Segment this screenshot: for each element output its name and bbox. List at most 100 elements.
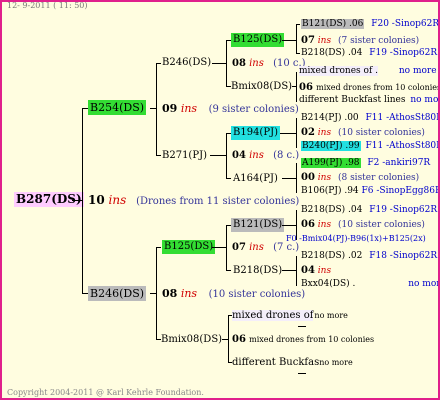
ancestor-queen[interactable]: B240(PJ) .99 (301, 141, 361, 151)
drone-row: 04 ins (301, 264, 331, 278)
gen-number: 06 (299, 82, 313, 93)
ancestor-queen[interactable]: B214(PJ) .00 (301, 113, 359, 123)
sister-info: (10 sister colonies) (337, 220, 425, 230)
mixed-row: mixed drones of . no more (299, 65, 437, 78)
ins-label: ins (180, 287, 198, 300)
sister-info: (9 sister colonies) (208, 104, 299, 115)
ancestor-queen[interactable]: B121(DS) .06 (301, 19, 365, 29)
connector (210, 155, 226, 156)
sister-info: (Drones from 11 sister colonies) (136, 196, 300, 207)
queen-a164[interactable]: A164(PJ) (233, 172, 278, 185)
ancestor-row: B121(DS) .06 F20 -Sinop62R (301, 18, 440, 31)
ins-label: ins (249, 58, 264, 69)
queen-b194[interactable]: B194(PJ) (231, 126, 280, 140)
queen-b218[interactable]: B218(DS) (233, 264, 282, 277)
pedigree-code-mix: F0 -Bmix04(PJ)-B96(1x)+B125(2x) (286, 234, 426, 243)
connector (226, 270, 231, 271)
pedigree-code: F11 -AthosSt80R (365, 141, 440, 151)
mixed-row: different Buckfast lines no more (299, 94, 439, 107)
mixed-drone-row: 06 mixed drones from 10 colonies (299, 81, 438, 94)
queen-b125-lower[interactable]: B125(DS) (162, 240, 216, 254)
b246-drone-info: 08 ins (10 c.) (232, 57, 306, 70)
pedigree-frame: 12- 9-2011 ( 11: 50) Copyright 2004-2011… (0, 0, 440, 400)
gen-number: 06 (232, 334, 246, 345)
connector (296, 256, 297, 286)
ins-label: ins (317, 266, 332, 276)
queen-b246-upper[interactable]: B246(DS) (162, 56, 211, 69)
pedigree-code: F18 -Sinop62R (369, 251, 438, 261)
gen-number: 09 (162, 102, 178, 115)
ancestor-row: B214(PJ) .00 F11 -AthosSt80R (301, 112, 440, 125)
connector (298, 326, 306, 327)
gen-number: 02 (301, 127, 315, 138)
mixed-drones-from: mixed drones from 10 colonies (249, 335, 375, 344)
root-drone-info: 10 ins (Drones from 11 sister colonies) (88, 194, 299, 208)
connector (228, 315, 229, 363)
no-more-label: no more (410, 95, 439, 105)
pedigree-code: F11 -AthosSt80R (365, 113, 440, 123)
gen-number: 07 (232, 242, 246, 253)
connector (226, 40, 227, 86)
connector (296, 24, 300, 25)
queen-bmix08[interactable]: Bmix08(DS) (231, 80, 292, 93)
connector (72, 200, 82, 201)
gen-number: 00 (301, 172, 315, 183)
no-more-label: no more (408, 279, 438, 289)
different-lines-label: different Buckfast lines (299, 95, 406, 105)
gen-number: 08 (162, 287, 178, 300)
lower-queen[interactable]: B246(DS) (88, 286, 147, 301)
no-more-label: no more (314, 311, 348, 320)
mixed-row: different Buckfasno more (232, 356, 353, 369)
connector (212, 247, 226, 248)
connector (156, 63, 161, 64)
lower-drone-info: 08 ins (10 sister colonies) (162, 287, 305, 301)
gen-number: 04 (232, 150, 246, 161)
connector (282, 40, 296, 41)
upper-queen[interactable]: B254(DS) (88, 100, 147, 115)
mixed-row: mixed drones ofno more (232, 309, 348, 322)
mixed-drones-label: mixed drones of (232, 310, 314, 321)
queen-b271[interactable]: B271(PJ) (162, 149, 207, 162)
drone-row: 07 ins (7 sister colonies) (301, 34, 419, 48)
connector (226, 225, 227, 271)
connector (282, 178, 296, 179)
queen-b121[interactable]: B121(DS) (231, 218, 285, 232)
connector (226, 178, 231, 179)
ancestor-queen[interactable]: B106(PJ) .94 (301, 186, 359, 196)
connector (280, 133, 296, 134)
queen-b125[interactable]: B125(DS) (231, 33, 285, 47)
drone-row: 00 ins (8 sister colonies) (301, 171, 419, 185)
ancestor-queen[interactable]: B218(DS) .04 (301, 48, 362, 58)
timestamp: 12- 9-2011 ( 11: 50) (7, 1, 88, 10)
ins-label: ins (317, 128, 332, 138)
no-more-label: no more (398, 66, 437, 76)
sister-info: (10 sister colonies) (337, 128, 425, 138)
ancestor-queen[interactable]: B218(DS) .04 (301, 205, 362, 215)
ins-label: ins (249, 242, 264, 253)
ancestor-row: B218(DS) .04 F19 -Sinop62R (301, 47, 437, 60)
pedigree-code: F19 -Sinop62R (369, 205, 438, 215)
ancestor-row: B106(PJ) .94 F6 -SinopEgg86R (301, 185, 438, 198)
pedigree-code: F20 -Sinop62R (371, 19, 440, 29)
ins-label: ins (317, 36, 332, 46)
pedigree-code: F2 -ankiri97R (367, 158, 431, 168)
gen-number: 08 (232, 58, 246, 69)
queen-bmix08-lower[interactable]: Bmix08(DS) (161, 333, 222, 346)
connector (226, 133, 227, 179)
ancestor-queen[interactable]: B218(DS) .02 (301, 251, 362, 261)
ins-label: ins (317, 173, 332, 183)
ancestor-row: Bxx04(DS) . no more (301, 278, 438, 291)
sister-info: (10 sister colonies) (208, 289, 306, 300)
gen-number: 04 (301, 265, 315, 276)
connector (156, 155, 161, 156)
connector (156, 247, 161, 248)
sister-info: (8 c.) (273, 150, 300, 161)
connector (212, 63, 226, 64)
ancestor-queen[interactable]: A199(PJ) .98 (301, 158, 361, 168)
connector (282, 270, 296, 271)
ancestor-queen[interactable]: Bxx04(DS) . (301, 279, 355, 289)
b271-drone-info: 04 ins (8 c.) (232, 149, 299, 162)
connector (156, 247, 157, 340)
no-more-label: no more (319, 358, 353, 367)
drone-row: 06 ins (10 sister colonies) (301, 218, 425, 232)
